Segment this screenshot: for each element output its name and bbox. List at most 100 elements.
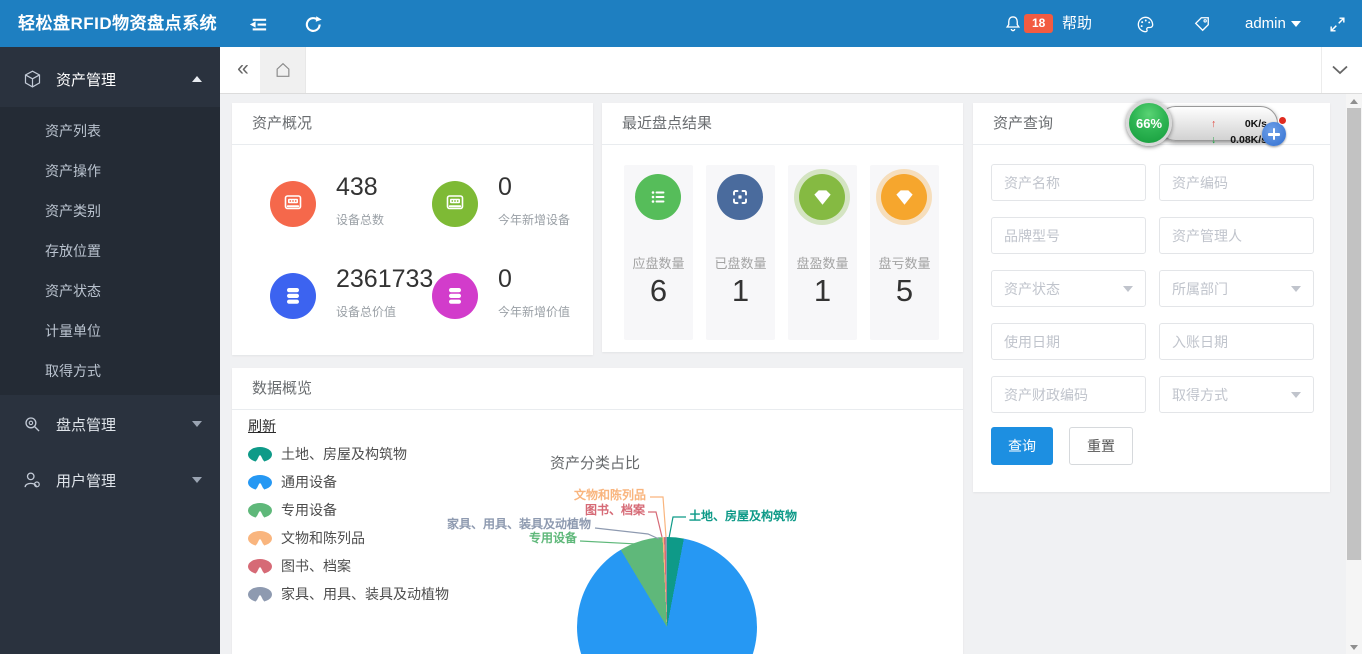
tab-list-dropdown-button[interactable] [1323,47,1357,93]
add-button[interactable] [1262,122,1286,146]
asset-code-input[interactable] [1159,164,1314,201]
legend-item[interactable]: 专用设备 [248,500,449,520]
app-title: 轻松盘RFID物资盘点系统 [18,0,217,47]
gem-icon [799,174,845,220]
download-speed-row: ↓ 0.08K/s [1211,132,1267,148]
help-link[interactable]: 帮助 [1062,0,1092,47]
legend-item[interactable]: 通用设备 [248,472,449,492]
select-placeholder: 资产状态 [1004,279,1060,299]
stat-value: 0 [498,173,512,202]
stat-value: 2361733 [336,265,433,294]
select-placeholder: 所属部门 [1172,279,1228,299]
asset-status-select[interactable]: 资产状态 [991,270,1146,307]
legend-swatch [248,587,272,602]
stat-total-devices: 438 设备总数 [270,173,430,253]
stat-label: 今年新增设备 [498,211,570,228]
collapse-tabs-button[interactable]: « [226,47,260,93]
pie-chart[interactable] [577,537,757,654]
notification-badge: 18 [1024,14,1053,33]
legend-item[interactable]: 家具、用具、装具及动植物 [248,584,449,604]
refresh-link[interactable]: 刷新 [248,416,276,436]
menu-toggle-icon [246,13,269,36]
tab-home[interactable] [260,47,306,93]
legend-label: 通用设备 [281,472,337,492]
sidebar-item-measure-unit[interactable]: 计量单位 [0,311,220,351]
sidebar-item-asset-ops[interactable]: 资产操作 [0,151,220,191]
tile-counted: 已盘数量 1 [706,165,775,340]
legend-label: 家具、用具、装具及动植物 [281,584,449,604]
legend-item[interactable]: 文物和陈列品 [248,528,449,548]
legend-swatch [248,559,272,574]
use-date-input[interactable] [991,323,1146,360]
vertical-scrollbar[interactable] [1346,94,1362,654]
sidebar-item-acquire-method[interactable]: 取得方式 [0,351,220,391]
pie-label: 图书、档案 [585,504,645,517]
tile-label: 盘盈数量 [788,253,857,272]
sidebar-section-users[interactable]: 用户管理 [0,452,220,508]
legend-label: 专用设备 [281,500,337,520]
scroll-up-arrow[interactable] [1346,94,1362,108]
select-placeholder: 取得方式 [1172,385,1228,405]
refresh-icon [303,14,324,35]
legend-item[interactable]: 图书、档案 [248,556,449,576]
sidebar-item-asset-category[interactable]: 资产类别 [0,191,220,231]
database-icon [432,273,478,319]
fullscreen-button[interactable] [1320,7,1354,41]
scan-icon [717,174,763,220]
stat-label: 今年新增价值 [498,303,570,320]
fiscal-code-input[interactable] [991,376,1146,413]
user-menu-caret-icon [1291,21,1301,27]
scrollbar-thumb[interactable] [1347,108,1361,560]
reset-button[interactable]: 重置 [1069,427,1133,465]
recent-inventory-card: 最近盘点结果 应盘数量 6 已盘数量 1 [602,103,963,352]
tile-label: 已盘数量 [706,253,775,272]
stat-value: 438 [336,173,378,202]
gem-icon [881,174,927,220]
monitor-capsule[interactable]: ↑ 0K/s ↓ 0.08K/s [1158,106,1278,141]
data-overview-card: 数据概览 刷新 土地、房屋及构筑物 通用设备 专用设备 文物和陈列品 图书、档案… [232,368,963,654]
tags-button[interactable] [1185,7,1219,41]
tile-label: 应盘数量 [624,253,693,272]
card-title: 资产概况 [232,103,593,145]
legend-item[interactable]: 土地、房屋及构筑物 [248,444,449,464]
app-header: 轻松盘RFID物资盘点系统 18 帮助 [0,0,1362,47]
magnifier-icon [22,414,43,435]
user-menu[interactable]: admin [1245,0,1286,47]
sidebar-item-storage-location[interactable]: 存放位置 [0,231,220,271]
department-select[interactable]: 所属部门 [1159,270,1314,307]
sidebar-section-assets[interactable]: 资产管理 [0,51,220,107]
theme-button[interactable] [1128,7,1162,41]
acquire-method-select[interactable]: 取得方式 [1159,376,1314,413]
device-icon [432,181,478,227]
cube-icon [22,69,43,90]
asset-name-input[interactable] [991,164,1146,201]
card-title: 数据概览 [232,368,963,410]
search-button[interactable]: 查询 [991,427,1053,465]
stat-label: 设备总数 [336,211,384,228]
scroll-down-arrow[interactable] [1346,640,1362,654]
sidebar-toggle-button[interactable] [240,7,274,41]
refresh-button[interactable] [296,7,330,41]
tile-expected: 应盘数量 6 [624,165,693,340]
entry-date-input[interactable] [1159,323,1314,360]
home-icon [274,61,292,79]
assets-submenu: 资产列表 资产操作 资产类别 存放位置 资产状态 计量单位 取得方式 [0,107,220,395]
sidebar-item-asset-status[interactable]: 资产状态 [0,271,220,311]
sidebar: 资产管理 资产列表 资产操作 资产类别 存放位置 资产状态 计量单位 取得方式 … [0,47,220,654]
tile-value: 6 [624,273,693,309]
stat-label: 设备总价值 [336,303,396,320]
stat-total-value: 2361733 设备总价值 [270,265,430,345]
sidebar-item-asset-list[interactable]: 资产列表 [0,111,220,151]
sidebar-section-inventory[interactable]: 盘点管理 [0,396,220,452]
pie-label: 家具、用具、装具及动植物 [447,518,591,531]
alert-dot [1278,116,1287,125]
asset-query-card: 资产查询 资产状态 所属部门 取得方式 查询 重置 [973,103,1330,492]
brand-model-input[interactable] [991,217,1146,254]
stat-new-value: 0 今年新增价值 [432,265,592,345]
memory-percent-badge[interactable]: 66% [1126,100,1172,146]
legend-swatch [248,503,272,518]
list-icon [635,174,681,220]
bell-icon [1003,14,1023,34]
speed-monitor-widget[interactable]: ↑ 0K/s ↓ 0.08K/s 66% [1126,98,1276,150]
asset-manager-input[interactable] [1159,217,1314,254]
